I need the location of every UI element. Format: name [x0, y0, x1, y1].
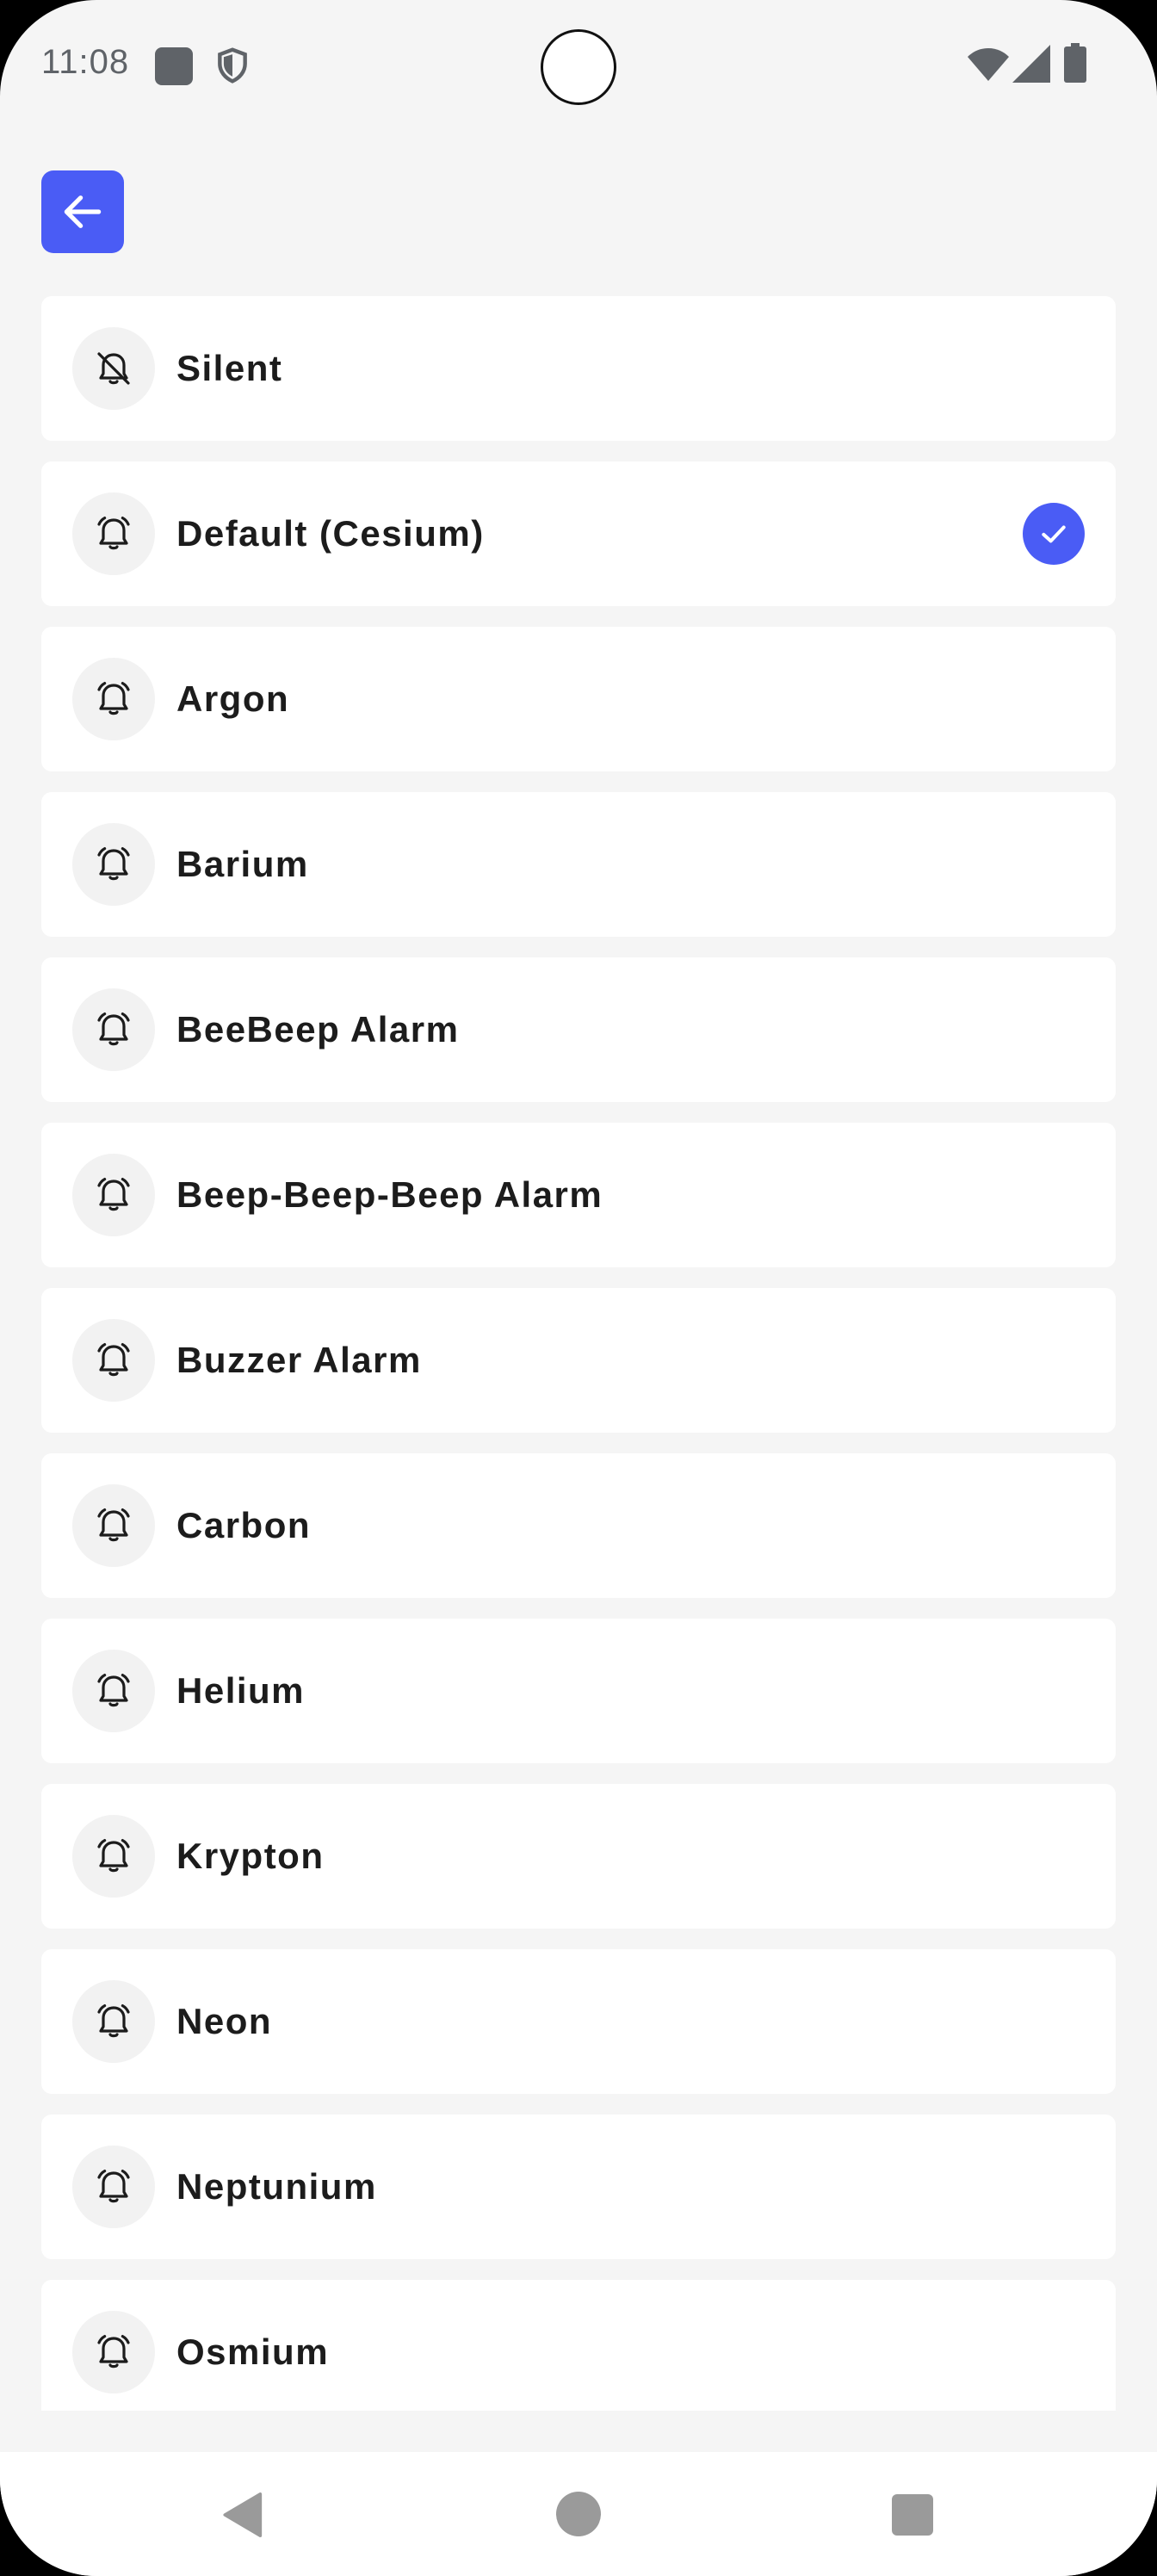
sound-icon-badge — [72, 1815, 155, 1898]
sound-option-barium[interactable]: Barium — [41, 792, 1116, 937]
shield-icon — [218, 47, 247, 84]
sound-option-neon[interactable]: Neon — [41, 1949, 1116, 2094]
sound-option-krypton[interactable]: Krypton — [41, 1784, 1116, 1929]
sound-option-neptunium[interactable]: Neptunium — [41, 2115, 1116, 2259]
alarm-bell-icon — [97, 2004, 130, 2038]
sound-option-label: Neptunium — [176, 2166, 377, 2207]
sound-option-label: Default (Cesium) — [176, 513, 485, 554]
bell-off-icon — [97, 352, 130, 385]
alarm-bell-icon — [97, 2335, 130, 2369]
sound-option-beebeep-alarm[interactable]: BeeBeep Alarm — [41, 957, 1116, 1102]
status-time: 11:08 — [41, 43, 130, 81]
sound-icon-badge — [72, 988, 155, 1071]
sound-icon-badge — [72, 1980, 155, 2063]
sound-option-label: Neon — [176, 2001, 272, 2041]
alarm-bell-icon — [97, 1674, 130, 1707]
sound-option-argon[interactable]: Argon — [41, 627, 1116, 771]
arrow-left-icon — [64, 195, 102, 228]
status-bar: 11:08 — [0, 0, 1157, 129]
sound-option-silent[interactable]: Silent — [41, 296, 1116, 441]
alarm-bell-icon — [97, 1012, 130, 1046]
sound-icon-badge — [72, 658, 155, 740]
battery-icon — [1064, 43, 1086, 83]
sound-option-default-cesium[interactable]: Default (Cesium) — [41, 461, 1116, 606]
sound-option-label: Osmium — [176, 2331, 330, 2372]
alarm-bell-icon — [97, 682, 130, 715]
alarm-bell-icon — [97, 847, 130, 881]
sound-option-label: Silent — [176, 348, 283, 388]
wifi-icon — [968, 48, 1009, 81]
sound-icon-badge — [72, 2311, 155, 2393]
alarm-bell-icon — [97, 1343, 130, 1377]
sound-icon-badge — [72, 2146, 155, 2228]
camera-cutout — [541, 29, 616, 105]
sound-icon-badge — [72, 492, 155, 575]
sound-option-osmium[interactable]: Osmium — [41, 2280, 1116, 2411]
sound-option-label: BeeBeep Alarm — [176, 1009, 460, 1050]
nav-recents-icon[interactable] — [892, 2494, 933, 2536]
app-notification-icon — [155, 47, 193, 85]
navigation-bar — [0, 2452, 1157, 2576]
nav-home-icon[interactable] — [556, 2492, 601, 2536]
sound-option-label: Argon — [176, 678, 290, 719]
cell-signal-icon — [1012, 45, 1050, 83]
sound-icon-badge — [72, 1650, 155, 1732]
alarm-bell-icon — [97, 1508, 130, 1542]
sound-option-label: Buzzer Alarm — [176, 1340, 422, 1380]
sound-option-label: Krypton — [176, 1836, 325, 1876]
sound-option-carbon[interactable]: Carbon — [41, 1453, 1116, 1598]
sound-icon-badge — [72, 1484, 155, 1567]
sound-icon-badge — [72, 1154, 155, 1236]
sound-option-buzzer-alarm[interactable]: Buzzer Alarm — [41, 1288, 1116, 1433]
sound-option-label: Beep-Beep-Beep Alarm — [176, 1174, 603, 1215]
alarm-bell-icon — [97, 1839, 130, 1873]
alarm-bell-icon — [97, 1178, 130, 1211]
sound-option-label: Helium — [176, 1670, 306, 1711]
selected-check-icon — [1023, 503, 1085, 565]
sound-option-helium[interactable]: Helium — [41, 1619, 1116, 1763]
back-button[interactable] — [41, 170, 124, 253]
checkmark-icon — [1042, 525, 1066, 543]
phone-screen: 11:08 Silent Default (Cesium) Argon Barium B… — [0, 0, 1157, 2576]
nav-back-icon[interactable] — [219, 2490, 269, 2540]
sound-option-label: Carbon — [176, 1505, 311, 1545]
ringtone-list[interactable]: Silent Default (Cesium) Argon Barium BeeBeep… — [41, 296, 1116, 2411]
sound-icon-badge — [72, 823, 155, 906]
sound-icon-badge — [72, 327, 155, 410]
alarm-bell-icon — [97, 517, 130, 550]
sound-option-beep-beep-beep-alarm[interactable]: Beep-Beep-Beep Alarm — [41, 1123, 1116, 1267]
sound-icon-badge — [72, 1319, 155, 1402]
sound-option-label: Barium — [176, 844, 309, 884]
alarm-bell-icon — [97, 2170, 130, 2203]
